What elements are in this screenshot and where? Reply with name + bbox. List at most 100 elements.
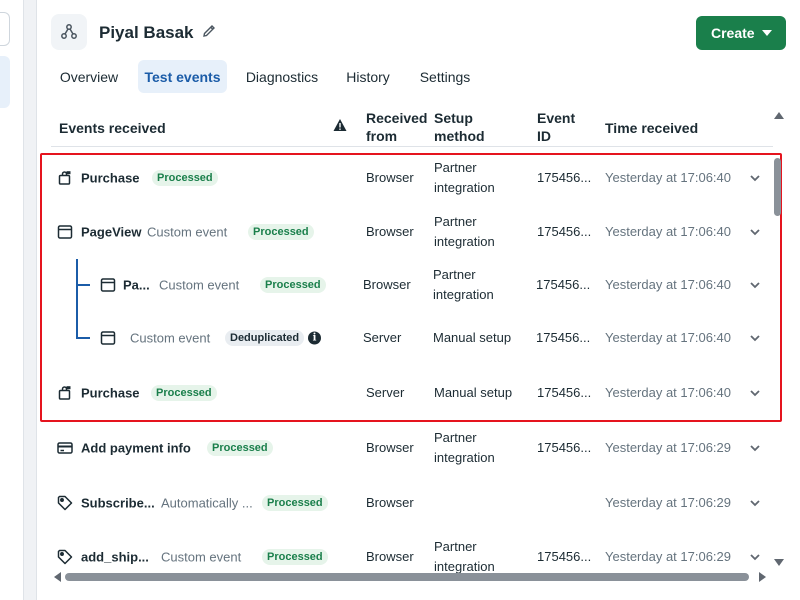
received-from: Browser	[363, 277, 411, 292]
tab-diagnostics[interactable]: Diagnostics	[241, 60, 323, 93]
scroll-down-arrow[interactable]	[774, 559, 784, 566]
scroll-right-arrow[interactable]	[759, 572, 766, 582]
setup-method: Partner integration	[434, 158, 495, 198]
event-type: Automatically ...	[161, 495, 253, 511]
event-name: Pa...	[123, 277, 150, 293]
received-from: Server	[363, 330, 402, 345]
setup-method-line2: integration	[434, 180, 495, 195]
page-icon	[100, 331, 116, 345]
chevron-down-icon[interactable]	[749, 172, 761, 184]
received-from: Browser	[366, 549, 414, 564]
event-id: 175456...	[537, 224, 592, 239]
chevron-down-icon[interactable]	[749, 442, 761, 454]
event-name: Add payment info	[81, 440, 191, 456]
edit-pencil-icon[interactable]	[200, 22, 218, 40]
left-sidebar	[0, 0, 24, 600]
setup-method-line1: Partner	[434, 430, 477, 445]
page-title: Piyal Basak	[99, 23, 194, 42]
received-from: Browser	[366, 224, 414, 239]
left-search-input[interactable]	[0, 12, 10, 46]
page-icon	[100, 278, 116, 292]
tab-settings[interactable]: Settings	[413, 60, 477, 93]
table-row[interactable]: Add payment info Processed Browser Partn…	[51, 421, 773, 475]
status-badge: Processed	[262, 549, 328, 565]
page-icon	[57, 225, 73, 239]
chevron-down-icon[interactable]	[749, 226, 761, 238]
col-setup-method[interactable]: Setup method	[434, 109, 485, 145]
table-row[interactable]: Pa... Custom event Processed Browser Par…	[51, 258, 773, 312]
received-from: Browser	[366, 170, 414, 185]
setup-method-line2: integration	[433, 287, 494, 302]
vertical-scrollbar-thumb[interactable]	[774, 158, 781, 216]
col-time-received[interactable]: Time received	[605, 119, 698, 137]
chevron-down-icon[interactable]	[749, 279, 761, 291]
purchase-bag-icon	[58, 171, 71, 185]
setup-method-line1: Partner	[434, 160, 477, 175]
col-received-from[interactable]: Received from	[366, 109, 427, 145]
received-from: Browser	[366, 495, 414, 510]
event-id: 175456...	[537, 440, 592, 455]
status-badge: Processed	[151, 385, 217, 401]
caret-down-icon	[762, 30, 772, 36]
time-received: Yesterday at 17:06:29	[605, 495, 732, 510]
event-id: 175456...	[536, 277, 591, 292]
table-row[interactable]: Purchase Processed Browser Partner integ…	[51, 151, 773, 205]
setup-method: Partner integration	[434, 212, 495, 252]
tag-icon	[57, 495, 73, 511]
status-badge: Processed	[262, 495, 328, 511]
col-received-from-line1: Received	[366, 110, 428, 126]
horizontal-scrollbar-thumb[interactable]	[65, 573, 749, 581]
tab-history[interactable]: History	[339, 60, 397, 93]
setup-method: Manual setup	[433, 330, 512, 345]
event-type: Custom event	[147, 224, 228, 240]
status-badge: Processed	[207, 440, 273, 456]
time-received: Yesterday at 17:06:40	[605, 170, 732, 185]
tab-test-events[interactable]: Test events	[138, 60, 227, 93]
credit-card-icon	[57, 442, 73, 454]
left-selected-item[interactable]	[0, 56, 10, 108]
table-row[interactable]: PageView Custom event Processed Browser …	[51, 205, 773, 259]
events-manager-card: Piyal Basak Create Overview Test events …	[36, 0, 800, 600]
setup-method: Partner integration	[433, 265, 494, 305]
tab-overview[interactable]: Overview	[53, 60, 125, 93]
info-icon[interactable]: i	[308, 331, 321, 345]
scroll-up-arrow[interactable]	[774, 112, 784, 119]
setup-method-line1: Partner	[434, 214, 477, 229]
setup-method: Manual setup	[434, 385, 513, 400]
status-badge: Processed	[260, 277, 326, 293]
chevron-down-icon[interactable]	[749, 551, 761, 563]
event-type: Custom event	[161, 549, 242, 565]
event-type: Custom event	[130, 330, 211, 346]
event-id: 175456...	[537, 385, 592, 400]
time-received: Yesterday at 17:06:29	[605, 440, 732, 455]
col-events-received[interactable]: Events received	[59, 119, 166, 137]
purchase-bag-icon	[58, 386, 71, 400]
create-button[interactable]: Create	[696, 16, 786, 50]
received-from: Server	[366, 385, 405, 400]
tree-connector-branch	[76, 284, 90, 286]
chevron-down-icon[interactable]	[749, 332, 761, 344]
table-row[interactable]: Custom event Deduplicated i Server Manua…	[51, 311, 773, 365]
status-badge: Processed	[152, 170, 218, 186]
chevron-down-icon[interactable]	[749, 387, 761, 399]
dataset-icon	[51, 14, 87, 50]
col-event-id-line1: Event	[537, 110, 576, 126]
col-setup-method-line1: Setup	[434, 110, 473, 126]
event-id: 175456...	[537, 170, 592, 185]
received-from: Browser	[366, 440, 414, 455]
scroll-left-arrow[interactable]	[54, 572, 61, 582]
col-event-id[interactable]: Event ID	[537, 109, 575, 145]
setup-method-line1: Partner	[433, 267, 476, 282]
tag-icon	[57, 549, 73, 565]
header-divider	[51, 146, 773, 147]
time-received: Yesterday at 17:06:29	[605, 549, 732, 564]
table-row[interactable]: Purchase Processed Server Manual setup 1…	[51, 366, 773, 420]
chevron-down-icon[interactable]	[749, 497, 761, 509]
event-id: 175456...	[536, 330, 591, 345]
warning-icon[interactable]	[333, 118, 347, 132]
table-row[interactable]: Subscribe... Automatically ... Processed…	[51, 476, 773, 530]
tree-connector	[76, 259, 78, 338]
event-name: Subscribe...	[81, 495, 155, 511]
event-name: Purchase	[81, 385, 140, 401]
event-name: add_ship...	[81, 549, 149, 565]
